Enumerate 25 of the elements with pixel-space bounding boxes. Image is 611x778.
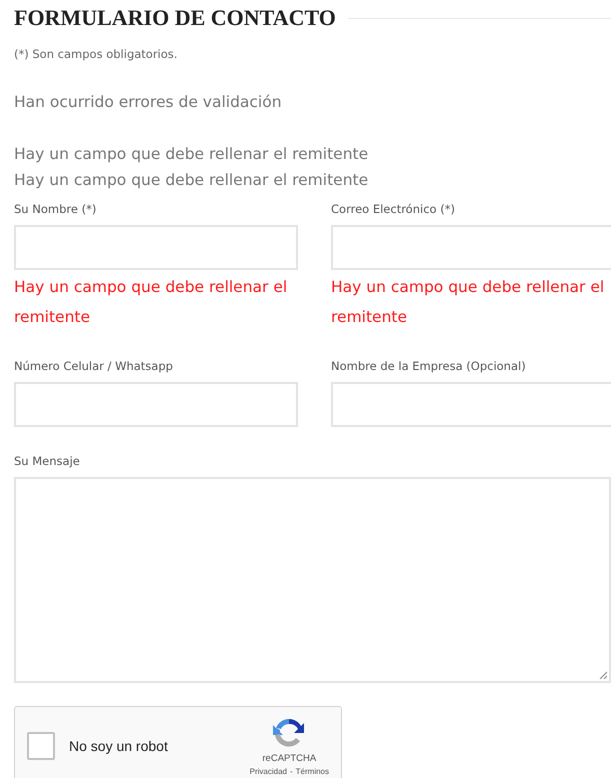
error-summary: Han ocurrido errores de validación [14, 93, 283, 111]
message-field[interactable] [14, 477, 611, 683]
resize-grip-icon [599, 671, 607, 679]
required-note: (*) Son campos obligatorios. [14, 47, 178, 61]
error-message: Hay un campo que debe rellenar el remitente [14, 170, 370, 191]
field-label: Correo Electrónico (*) [331, 201, 456, 217]
field-error-message: Hay un campo que debe rellenar el remitente [14, 277, 288, 328]
link-separator: - [290, 767, 293, 776]
form-title: FORMULARIO DE CONTACTO [14, 5, 336, 31]
field-label: Su Mensaje [14, 453, 81, 469]
captcha-brand: reCAPTCHA [262, 753, 316, 764]
recaptcha-logo-icon [273, 717, 306, 749]
field-label: Nombre de la Empresa (Opcional) [331, 358, 527, 374]
input-field[interactable] [14, 382, 298, 427]
input-field[interactable] [14, 225, 298, 270]
captcha-checkbox[interactable] [27, 732, 55, 760]
input-field[interactable] [331, 382, 611, 427]
field-label: Su Nombre (*) [14, 201, 98, 217]
error-message: Hay un campo que debe rellenar el remitente [14, 144, 370, 165]
captcha-label: No soy un robot [69, 738, 168, 754]
captcha-link[interactable]: Privacidad [250, 767, 287, 776]
field-error-message: Hay un campo que debe rellenar el remitente [331, 277, 606, 328]
field-label: Número Celular / Whatsapp [14, 358, 174, 374]
captcha-link[interactable]: Términos [296, 767, 329, 776]
input-field[interactable] [331, 225, 611, 270]
